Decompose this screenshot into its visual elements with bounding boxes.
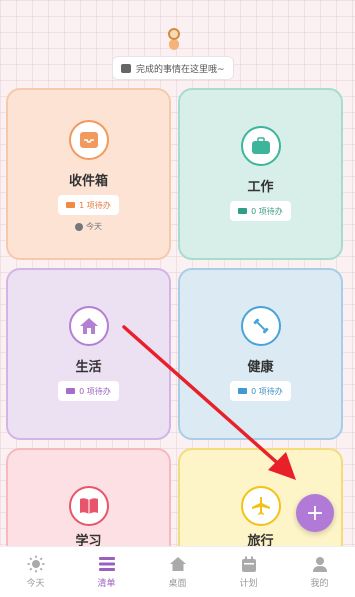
tab-label: 清单 xyxy=(97,579,116,589)
due-today-label: 今天 xyxy=(75,221,102,232)
message-icon xyxy=(121,63,131,73)
home-icon xyxy=(68,306,109,346)
list-card-work[interactable]: 工作 0 项待办 xyxy=(178,88,343,260)
completed-hint[interactable]: 完成的事情在这里哦~ xyxy=(112,56,234,80)
tab-label: 我的 xyxy=(310,579,329,589)
calendar-icon xyxy=(240,555,258,573)
card-title: 生活 xyxy=(75,360,102,375)
home-icon xyxy=(169,555,187,573)
add-list-button[interactable]: + xyxy=(296,494,334,532)
todo-count-badge: 0 项待办 xyxy=(230,201,291,221)
tab-desktop[interactable]: 桌面 xyxy=(148,555,208,589)
tab-label: 计划 xyxy=(239,579,258,589)
book-icon xyxy=(68,486,109,526)
tab-plan[interactable]: 计划 xyxy=(219,555,279,589)
tab-label: 桌面 xyxy=(168,579,187,589)
dumbbell-icon xyxy=(240,306,281,346)
completed-hint-text: 完成的事情在这里哦~ xyxy=(136,64,225,75)
card-title: 健康 xyxy=(247,360,274,375)
card-title: 收件箱 xyxy=(68,174,108,189)
tab-today[interactable]: 今天 xyxy=(6,555,66,589)
todo-count-badge: 0 项待办 xyxy=(58,381,119,401)
inbox-icon xyxy=(68,120,109,160)
list-card-study[interactable]: 学习 xyxy=(6,448,171,558)
list-card-health[interactable]: 健康 0 项待办 xyxy=(178,268,343,440)
sun-icon xyxy=(27,555,45,573)
briefcase-icon xyxy=(240,126,281,166)
clock-icon xyxy=(75,222,83,231)
bottom-tab-bar: 今天 清单 桌面 计划 我的 xyxy=(0,546,355,597)
person-icon xyxy=(311,555,329,573)
airplane-icon xyxy=(240,486,281,526)
tab-label: 今天 xyxy=(26,579,45,589)
tab-list[interactable]: 清单 xyxy=(77,555,137,589)
card-title: 工作 xyxy=(247,180,274,195)
list-icon xyxy=(98,555,116,573)
list-card-life[interactable]: 生活 0 项待办 xyxy=(6,268,171,440)
todo-count-badge: 1 项待办 xyxy=(58,195,119,215)
mascot-avatar xyxy=(166,28,182,52)
todo-count-badge: 0 项待办 xyxy=(230,381,291,401)
list-card-inbox[interactable]: 收件箱 1 项待办 今天 xyxy=(6,88,171,260)
tab-mine[interactable]: 我的 xyxy=(290,555,350,589)
